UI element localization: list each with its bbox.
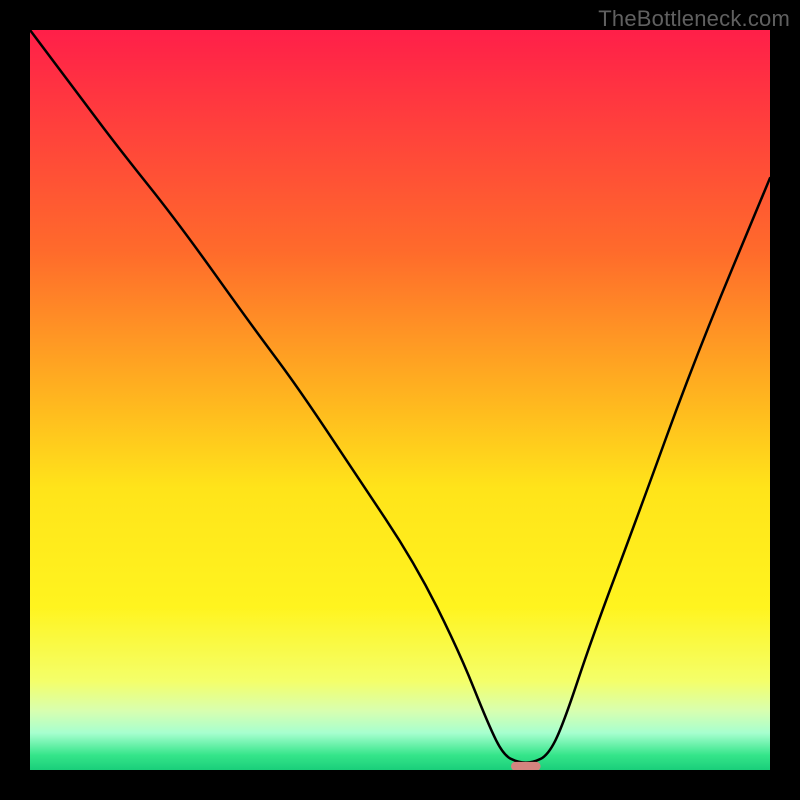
optimal-marker: [511, 762, 541, 770]
chart-container: TheBottleneck.com: [0, 0, 800, 800]
chart-svg: [30, 30, 770, 770]
gradient-background: [30, 30, 770, 770]
plot-area: [30, 30, 770, 770]
watermark-text: TheBottleneck.com: [598, 6, 790, 32]
